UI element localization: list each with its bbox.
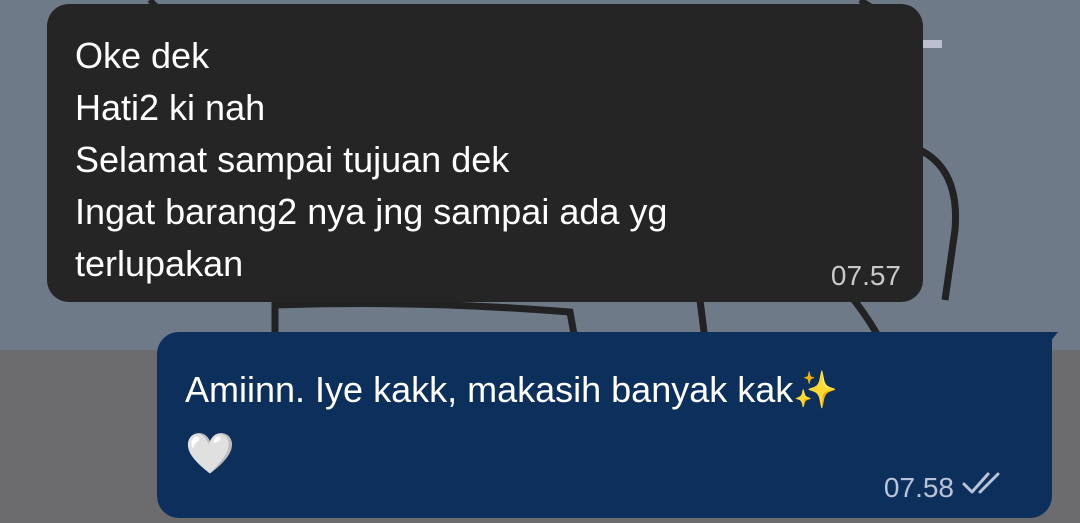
message-line: Oke dek <box>75 35 210 76</box>
message-line: Ingat barang2 nya jng sampai ada yg <box>75 191 668 232</box>
double-check-icon <box>962 472 1000 494</box>
incoming-message-bubble[interactable]: Oke dek Hati2 ki nah Selamat sampai tuju… <box>47 4 923 302</box>
message-text: Amiinn. Iye kakk, makasih banyak kak✨ <box>185 369 839 410</box>
message-timestamp: 07.58 <box>883 472 954 503</box>
message-line: terlupakan <box>75 243 244 284</box>
message-timestamp: 07.57 <box>830 260 901 291</box>
outgoing-message-bubble[interactable]: Amiinn. Iye kakk, makasih banyak kak✨ 🤍 … <box>157 332 1052 518</box>
message-line: Hati2 ki nah <box>75 87 266 128</box>
message-line: Selamat sampai tujuan dek <box>75 139 510 180</box>
